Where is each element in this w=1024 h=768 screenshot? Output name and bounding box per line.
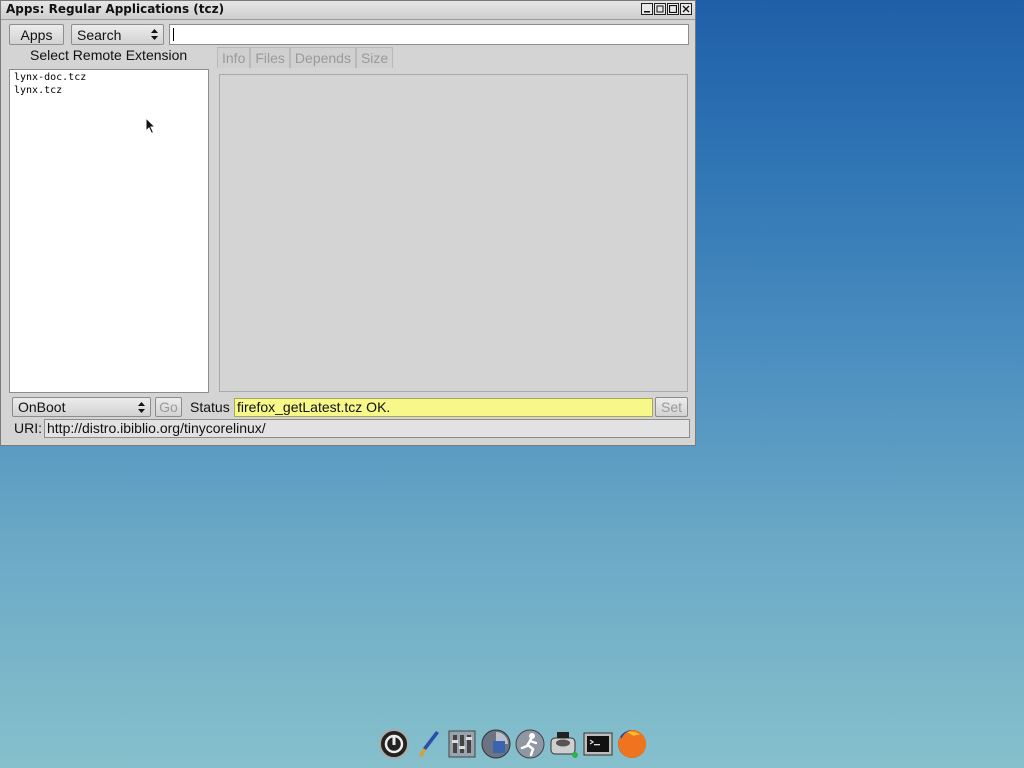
tab-size[interactable]: Size bbox=[355, 47, 394, 68]
apps-menu-button[interactable]: Apps bbox=[9, 24, 64, 45]
window-controls bbox=[641, 3, 692, 15]
select-remote-extension-label: Select Remote Extension bbox=[30, 47, 188, 63]
status-label: Status bbox=[190, 399, 230, 415]
select-arrows-icon bbox=[138, 402, 145, 413]
maximize-icon[interactable] bbox=[667, 3, 679, 15]
tce-load-icon[interactable] bbox=[548, 728, 580, 760]
terminal-icon[interactable] bbox=[582, 728, 614, 760]
install-mode-value: OnBoot bbox=[18, 399, 66, 415]
apps-window: Apps: Regular Applications (tcz) Apps Se… bbox=[0, 0, 696, 446]
minimize-icon[interactable] bbox=[641, 3, 653, 15]
window-title: Apps: Regular Applications (tcz) bbox=[6, 2, 225, 16]
tab-content-panel bbox=[219, 74, 688, 392]
text-caret bbox=[173, 28, 174, 41]
tab-info[interactable]: Info bbox=[217, 47, 251, 68]
tab-files[interactable]: Files bbox=[250, 47, 290, 68]
status-output: firefox_getLatest.tcz OK. bbox=[234, 398, 653, 417]
info-tabs: Info Files Depends Size bbox=[217, 47, 394, 69]
restore-icon[interactable] bbox=[654, 3, 666, 15]
uri-label: URI: bbox=[14, 420, 42, 436]
install-mode-select[interactable]: OnBoot bbox=[12, 397, 151, 417]
close-icon[interactable] bbox=[680, 3, 692, 15]
wallpaper-brush-icon[interactable] bbox=[412, 728, 444, 760]
list-item[interactable]: lynx-doc.tcz bbox=[14, 72, 86, 84]
control-panel-icon[interactable] bbox=[446, 728, 478, 760]
mouse-pointer-icon bbox=[145, 117, 157, 135]
title-bar[interactable]: Apps: Regular Applications (tcz) bbox=[1, 1, 695, 20]
apps-run-icon[interactable] bbox=[514, 728, 546, 760]
set-button[interactable]: Set bbox=[655, 397, 688, 417]
search-input[interactable] bbox=[169, 24, 689, 45]
go-button[interactable]: Go bbox=[155, 397, 182, 417]
search-mode-value: Search bbox=[77, 26, 122, 43]
search-mode-select[interactable]: Search bbox=[71, 24, 164, 45]
tab-depends[interactable]: Depends bbox=[289, 47, 356, 68]
uri-field[interactable]: http://distro.ibiblio.org/tinycorelinux/ bbox=[44, 419, 690, 438]
select-arrows-icon bbox=[151, 29, 158, 40]
extension-list[interactable]: lynx-doc.tcz lynx.tcz bbox=[9, 69, 209, 393]
mount-tool-icon[interactable] bbox=[480, 728, 512, 760]
power-icon[interactable] bbox=[378, 728, 410, 760]
dock bbox=[378, 726, 648, 762]
firefox-icon[interactable] bbox=[616, 728, 648, 760]
list-item[interactable]: lynx.tcz bbox=[14, 85, 62, 97]
